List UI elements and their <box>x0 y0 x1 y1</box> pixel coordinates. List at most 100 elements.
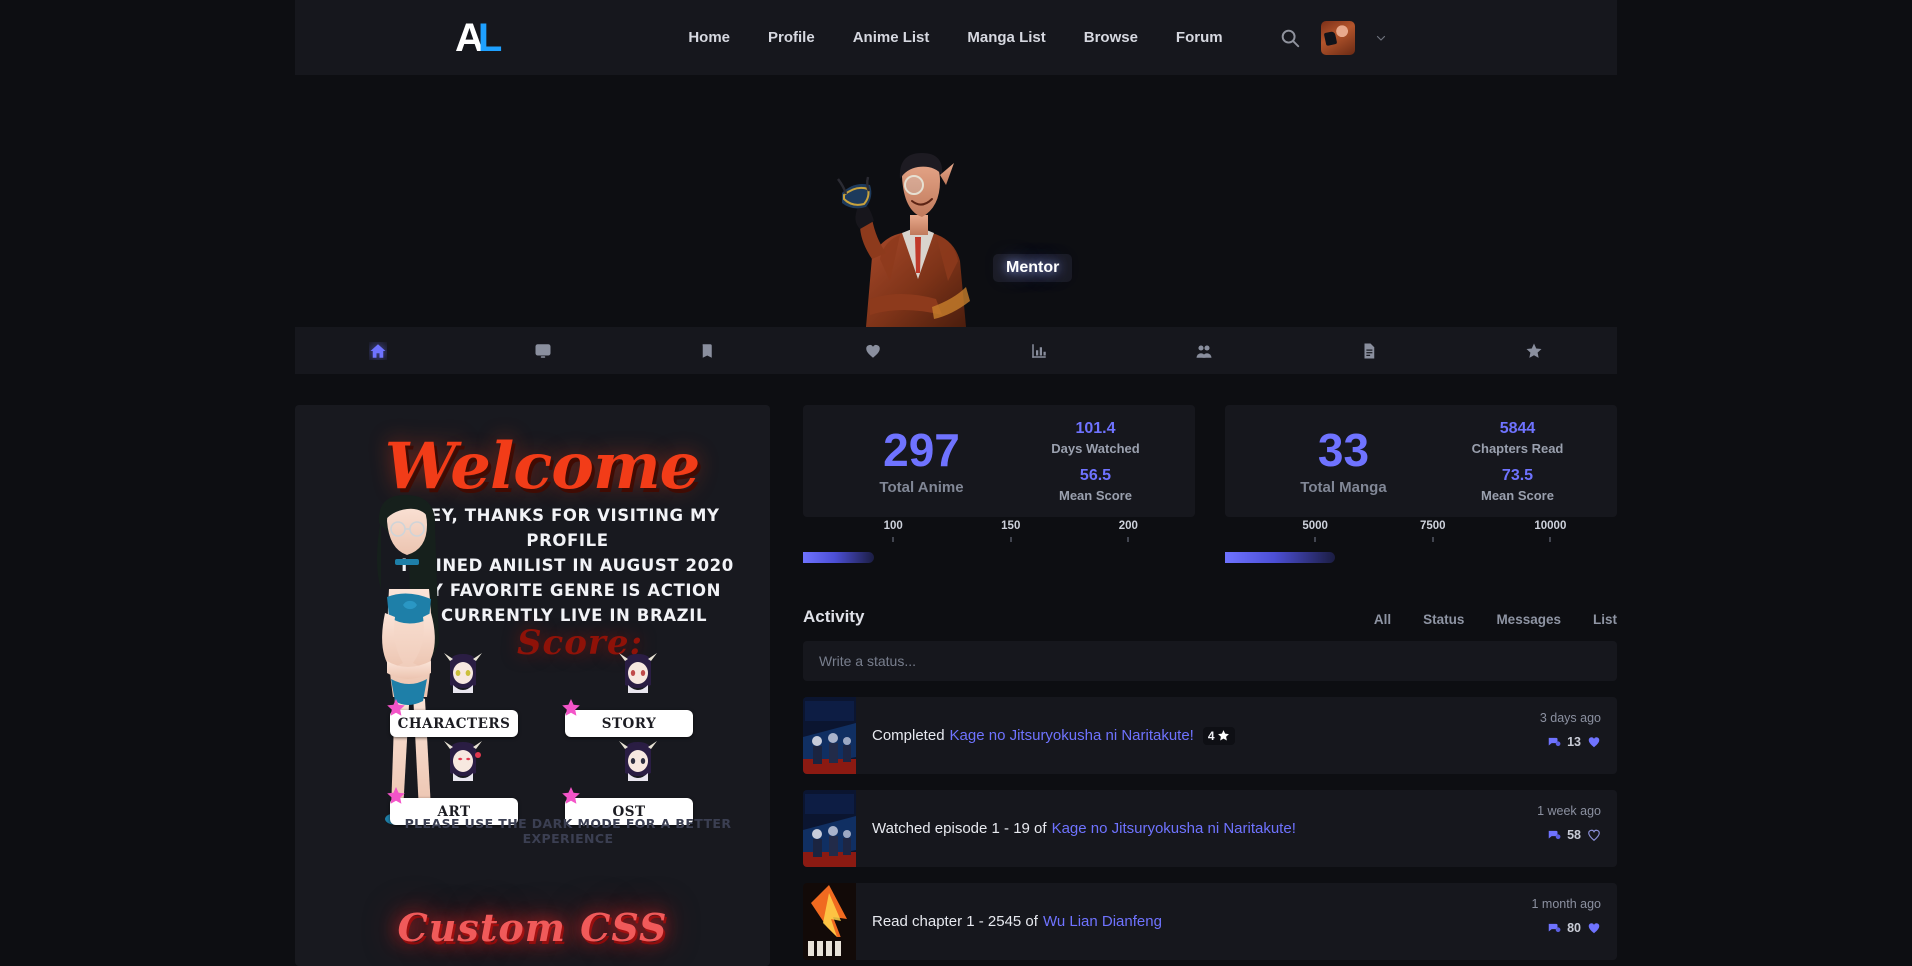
logo-letter-l: L <box>477 15 502 60</box>
custom-bio-artwork: Welcome Hey, thanks for visiting my prof… <box>295 405 770 846</box>
chibi-icon <box>443 653 482 693</box>
user-avatar[interactable] <box>1321 20 1355 55</box>
dark-mode-note: Please use the dark mode for a better ex… <box>404 816 732 846</box>
activity-tab-messages[interactable]: Messages <box>1496 612 1561 627</box>
chibi-icon <box>618 741 657 781</box>
comment-icon[interactable] <box>1547 735 1561 749</box>
nav-right-controls <box>1279 20 1387 55</box>
activity-filter-tabs: All Status Messages List <box>1374 612 1617 627</box>
anime-total-value: 297 <box>883 424 960 477</box>
score-button-story[interactable]: Story <box>565 710 693 737</box>
activity-like-count: 58 <box>1567 828 1581 842</box>
activity-media-link[interactable]: Kage no Jitsuryokusha ni Naritakute! <box>1052 820 1296 837</box>
activity-timestamp: 3 days ago <box>1539 711 1601 725</box>
activity-meta: 3 days ago 13 <box>1540 711 1601 749</box>
anime-mean-score-label: Mean Score <box>1059 487 1132 503</box>
manga-tick-mark-3 <box>1549 537 1551 542</box>
profile-tab-stats[interactable] <box>956 327 1121 374</box>
pink-star-icon <box>562 699 580 716</box>
pink-star-icon <box>387 787 405 804</box>
activity-tab-status[interactable]: Status <box>1423 612 1464 627</box>
profile-bio-card: Welcome Hey, thanks for visiting my prof… <box>295 405 770 966</box>
activity-cover-image[interactable] <box>803 883 856 960</box>
banner-character-illustration <box>814 149 1004 327</box>
anime-mean-score-value: 56.5 <box>1079 466 1112 484</box>
anime-total-label: Total Anime <box>879 478 964 496</box>
nav-link-forum[interactable]: Forum <box>1176 29 1223 46</box>
manga-progress-track <box>1225 552 1617 563</box>
profile-tab-anime-list[interactable] <box>460 327 625 374</box>
activity-text: Read chapter 1 - 2545 of Wu Lian Dianfen… <box>872 913 1162 930</box>
profile-tab-submissions[interactable] <box>1452 327 1617 374</box>
profile-tab-manga-list[interactable] <box>626 327 791 374</box>
activity-action: Completed <box>872 727 945 744</box>
activity-timestamp: 1 week ago <box>1537 804 1601 818</box>
activity-media-link[interactable]: Wu Lian Dianfeng <box>1043 913 1162 930</box>
heart-icon[interactable] <box>1587 921 1601 935</box>
nav-link-browse[interactable]: Browse <box>1084 29 1138 46</box>
comment-icon[interactable] <box>1547 828 1561 842</box>
activity-media-link[interactable]: Kage no Jitsuryokusha ni Naritakute! <box>950 727 1194 744</box>
welcome-heading: Welcome <box>384 429 701 504</box>
nav-link-anime-list[interactable]: Anime List <box>853 29 930 46</box>
manga-stats-box[interactable]: 33 Total Manga 5844 Chapters Read 73.5 M… <box>1225 405 1617 517</box>
comment-icon[interactable] <box>1547 921 1561 935</box>
profile-tab-social[interactable] <box>1121 327 1286 374</box>
manga-total-label: Total Manga <box>1300 478 1387 496</box>
profile-tab-reviews[interactable] <box>1287 327 1452 374</box>
stats-row: 297 Total Anime 101.4 Days Watched 56.5 … <box>803 405 1617 563</box>
activity-score-chip: 4 <box>1202 726 1235 745</box>
manga-progress-fill <box>1225 552 1335 563</box>
nav-link-profile[interactable]: Profile <box>768 29 815 46</box>
activity-text: Watched episode 1 - 19 of Kage no Jitsur… <box>872 820 1296 837</box>
heart-icon[interactable] <box>1587 735 1601 749</box>
activity-cover-image[interactable] <box>803 697 856 774</box>
manga-tick-mark-1 <box>1314 537 1316 542</box>
anime-progress-fill <box>803 552 874 563</box>
anime-tick-label-2: 150 <box>1001 520 1021 532</box>
profile-tab-overview[interactable] <box>295 327 460 374</box>
nav-link-home[interactable]: Home <box>688 29 730 46</box>
score-cell-story: Story <box>562 653 710 737</box>
book-icon <box>702 343 712 358</box>
manga-total: 33 Total Manga <box>1247 426 1440 496</box>
activity-tab-all[interactable]: All <box>1374 612 1391 627</box>
heart-icon[interactable] <box>1587 828 1601 842</box>
anime-total: 297 Total Anime <box>825 424 1018 496</box>
anime-stats-card: 297 Total Anime 101.4 Days Watched 56.5 … <box>803 405 1195 563</box>
pink-star-icon <box>387 699 405 716</box>
people-icon <box>1196 344 1212 358</box>
profile-tab-bar <box>295 327 1617 374</box>
manga-tick-mark-2 <box>1432 537 1434 542</box>
status-input[interactable] <box>803 641 1617 681</box>
activity-action: Read chapter 1 - 2545 of <box>872 913 1038 930</box>
profile-tab-favourites[interactable] <box>791 327 956 374</box>
search-icon[interactable] <box>1279 27 1301 49</box>
star-icon <box>1526 343 1542 358</box>
activity-item[interactable]: Watched episode 1 - 19 of Kage no Jitsur… <box>803 790 1617 867</box>
activity-title: Activity <box>803 607 865 626</box>
anime-stats-box[interactable]: 297 Total Anime 101.4 Days Watched 56.5 … <box>803 405 1195 517</box>
anilist-logo[interactable]: A L <box>455 15 502 60</box>
nav-link-manga-list[interactable]: Manga List <box>967 29 1045 46</box>
activity-like-count: 80 <box>1567 921 1581 935</box>
manga-tick-label-3: 10000 <box>1534 520 1567 532</box>
activity-timestamp: 1 month ago <box>1531 897 1602 911</box>
manga-mean-score-label: Mean Score <box>1481 487 1554 503</box>
anime-side-stats: 101.4 Days Watched 56.5 Mean Score <box>1018 420 1173 503</box>
manga-tick-label-1: 5000 <box>1302 520 1328 532</box>
activity-item[interactable]: Read chapter 1 - 2545 of Wu Lian Dianfen… <box>803 883 1617 960</box>
activity-cover-image[interactable] <box>803 790 856 867</box>
activity-item[interactable]: Completed Kage no Jitsuryokusha ni Narit… <box>803 697 1617 774</box>
days-watched-label: Days Watched <box>1051 440 1140 456</box>
activity-tab-list[interactable]: List <box>1593 612 1617 627</box>
anime-tick-mark-2 <box>1010 537 1012 542</box>
manga-side-stats: 5844 Chapters Read 73.5 Mean Score <box>1440 420 1595 503</box>
days-watched-value: 101.4 <box>1075 419 1116 437</box>
anime-tick-mark-3 <box>1127 537 1129 542</box>
score-button-characters[interactable]: Characters <box>390 710 518 737</box>
chevron-down-icon[interactable] <box>1375 32 1387 44</box>
activity-meta: 1 month ago 80 <box>1532 897 1602 935</box>
anime-axis: 100 150 200 <box>803 520 1195 554</box>
anime-progress-track <box>803 552 1195 563</box>
